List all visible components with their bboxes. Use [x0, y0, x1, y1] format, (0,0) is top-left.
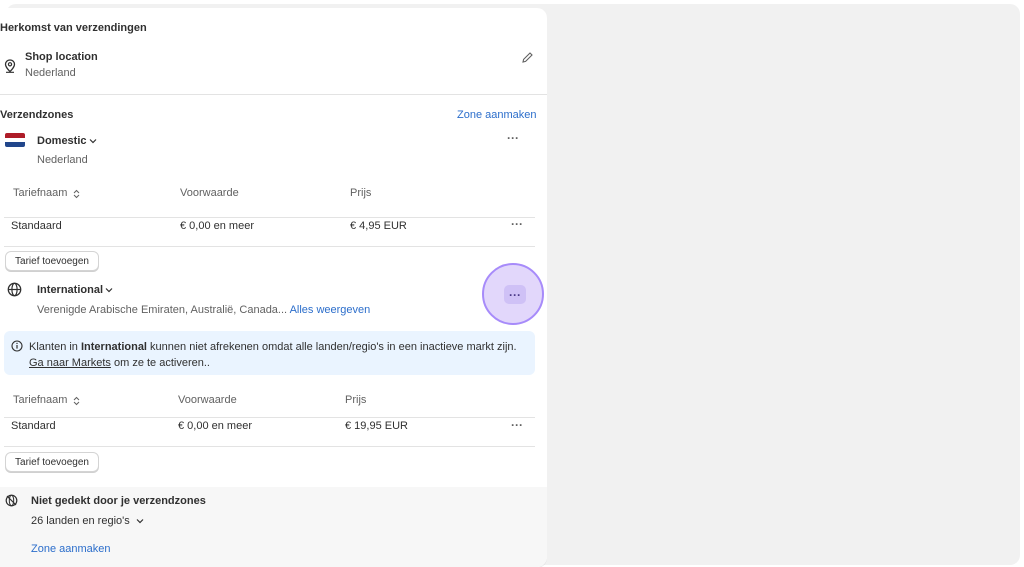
international-zone-name[interactable]: International: [37, 284, 103, 296]
shipping-card: Herkomst van verzendingen Shop location …: [0, 8, 547, 567]
banner-link-suffix: om ze te activeren..: [110, 357, 210, 369]
add-rate-button[interactable]: Tarief toevoegen: [5, 251, 99, 271]
uncovered-count[interactable]: 26 landen en regio's: [31, 515, 130, 527]
sort-icon[interactable]: [73, 396, 80, 406]
rate-more-icon[interactable]: ···: [511, 418, 523, 432]
rate-name: Standaard: [11, 220, 62, 232]
chevron-down-icon[interactable]: [89, 138, 97, 144]
column-header[interactable]: Tariefnaam: [13, 394, 67, 406]
domestic-country: Nederland: [37, 154, 88, 166]
uncovered-create-zone-link[interactable]: Zone aanmaken: [31, 543, 111, 555]
banner-zone: International: [80, 341, 147, 353]
globe-off-icon: [5, 494, 18, 507]
pencil-icon[interactable]: [521, 51, 534, 64]
add-rate-button[interactable]: Tarief toevoegen: [5, 452, 99, 472]
rate-price: € 4,95 EUR: [350, 220, 407, 232]
rate-price: € 19,95 EUR: [345, 420, 408, 432]
show-all-link[interactable]: Alles weergeven: [290, 304, 371, 316]
globe-icon: [7, 282, 22, 297]
chevron-down-icon[interactable]: [136, 518, 144, 524]
column-header: Prijs: [345, 394, 367, 406]
zones-heading: Verzendzones: [0, 109, 74, 121]
info-icon: [11, 340, 23, 352]
domestic-more-icon[interactable]: ···: [507, 131, 519, 145]
column-header: Voorwaarde: [178, 394, 237, 406]
location-country: Nederland: [25, 67, 76, 79]
banner-suffix: kunnen niet afrekenen omdat alle landen/…: [147, 341, 517, 353]
rate-more-icon[interactable]: ···: [511, 217, 523, 231]
markets-link[interactable]: Ga naar Markets: [29, 357, 111, 369]
column-header: Prijs: [350, 187, 372, 199]
domestic-zone-name[interactable]: Domestic: [37, 135, 87, 147]
chevron-down-icon[interactable]: [105, 287, 113, 293]
column-header[interactable]: Tariefnaam: [13, 187, 67, 199]
international-more-icon[interactable]: ···: [504, 285, 526, 304]
create-zone-link[interactable]: Zone aanmaken: [457, 109, 537, 121]
column-header: Voorwaarde: [180, 187, 239, 199]
international-countries: Verenigde Arabische Emiraten, Australië,…: [37, 304, 370, 316]
banner-prefix: Klanten in: [29, 341, 81, 353]
netherlands-flag-icon: [5, 133, 25, 147]
sort-icon[interactable]: [73, 189, 80, 199]
uncovered-title: Niet gedekt door je verzendzones: [31, 495, 206, 507]
location-pin-icon: [4, 59, 16, 73]
rate-condition: € 0,00 en meer: [178, 420, 252, 432]
origin-heading: Herkomst van verzendingen: [0, 22, 147, 34]
rate-name: Standard: [11, 420, 56, 432]
rate-condition: € 0,00 en meer: [180, 220, 254, 232]
countries-text: Verenigde Arabische Emiraten, Australië,…: [37, 304, 288, 316]
location-title: Shop location: [25, 51, 98, 63]
banner-text: Klanten in International kunnen niet afr…: [29, 339, 529, 371]
